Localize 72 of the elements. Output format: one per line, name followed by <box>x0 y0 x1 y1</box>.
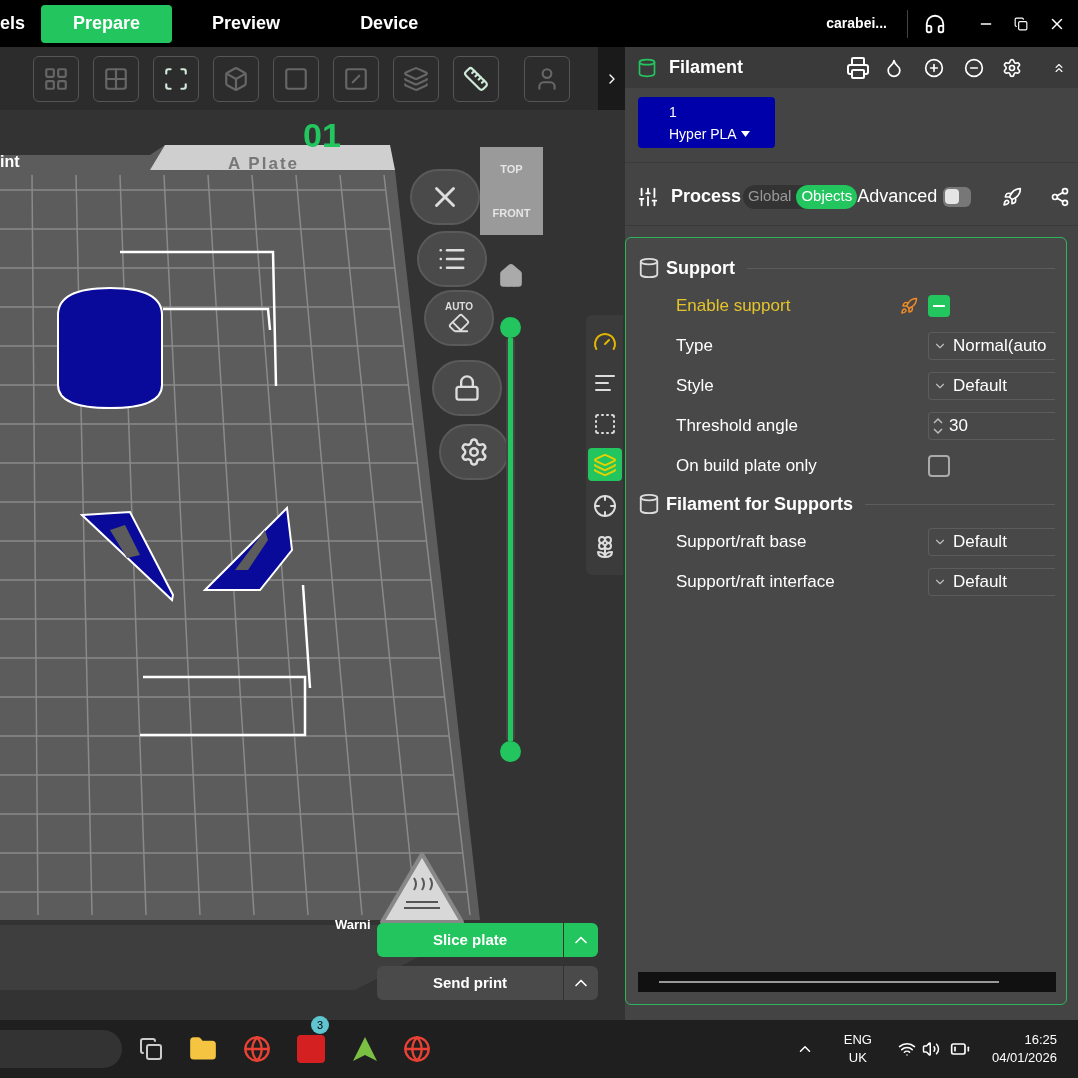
section-title: Filament for Supports <box>666 492 853 516</box>
setting-label: Enable support <box>676 295 792 318</box>
dropdown[interactable]: Default <box>928 568 1055 596</box>
language-code[interactable]: ENG <box>843 1031 872 1049</box>
folder-icon[interactable] <box>189 1035 217 1063</box>
checkbox[interactable] <box>928 455 950 477</box>
dropdown[interactable]: Default <box>928 528 1055 556</box>
caret-icon[interactable] <box>740 130 750 137</box>
filament-icon <box>637 57 657 78</box>
slider-thumb[interactable] <box>500 317 521 338</box>
number-field[interactable]: 30 <box>928 412 1055 440</box>
lock-icon <box>453 374 481 402</box>
top-tab[interactable]: Preview <box>172 4 321 43</box>
dropdown[interactable]: Normal(auto <box>928 332 1055 360</box>
section-icon <box>638 257 660 279</box>
warning-text: Warni <box>335 916 371 934</box>
plate-label: int <box>0 154 20 170</box>
setting-label: Style <box>676 375 715 398</box>
mode-toggle[interactable]: Global <box>743 184 797 209</box>
browser-icon[interactable] <box>243 1035 271 1063</box>
restore-icon[interactable] <box>1014 16 1028 31</box>
panel-title: Process <box>671 185 742 208</box>
close-button[interactable] <box>410 169 480 225</box>
slider-thumb[interactable] <box>500 741 521 762</box>
panel-title: Filament <box>669 56 743 79</box>
region-code[interactable]: UK <box>848 1049 867 1067</box>
layer-slider[interactable] <box>499 317 522 762</box>
lock-button[interactable] <box>432 360 502 416</box>
clock-time[interactable]: 16:25 <box>1024 1031 1057 1049</box>
section-icon <box>638 493 660 515</box>
advanced-label: Advanced <box>857 185 938 208</box>
section-title: Support <box>666 256 735 280</box>
remove-icon[interactable] <box>964 57 984 78</box>
tool-icon[interactable] <box>153 55 199 102</box>
settings-button[interactable] <box>439 424 509 480</box>
setting-label: Support/raft interface <box>676 571 836 594</box>
notification-badge: 3 <box>311 1016 329 1034</box>
share-icon[interactable] <box>1050 186 1070 207</box>
clock-date[interactable]: 04/01/2026 <box>991 1049 1057 1067</box>
rocket-icon[interactable] <box>1002 186 1022 207</box>
settings-icon <box>459 437 489 467</box>
filament-slot[interactable]: 1 Hyper PLA <box>638 97 775 148</box>
action-button[interactable]: Send print <box>377 966 563 1000</box>
setting-label: Support/raft base <box>676 531 808 554</box>
user-name[interactable]: carabei... <box>826 13 887 34</box>
checkbox[interactable] <box>928 295 950 317</box>
top-tab[interactable]: Device <box>320 4 459 43</box>
advanced-switch[interactable] <box>943 186 972 207</box>
auto-orient-button[interactable]: AUTO <box>424 290 494 346</box>
volume-icon[interactable] <box>921 1040 940 1058</box>
plate-name: A Plate <box>228 155 299 172</box>
support-icon[interactable] <box>924 12 946 35</box>
setting-label: Type <box>676 335 714 358</box>
dropdown[interactable]: Default <box>928 372 1055 400</box>
triangle-logo-icon[interactable] <box>351 1035 379 1063</box>
setting-label: Threshold angle <box>676 415 799 438</box>
setting-label: On build plate only <box>676 455 818 478</box>
task-view-icon[interactable] <box>139 1037 163 1061</box>
add-icon[interactable] <box>924 57 944 78</box>
settings-icon[interactable] <box>1002 57 1022 78</box>
home-icon[interactable] <box>498 263 524 289</box>
side-tool-icon[interactable] <box>587 448 622 481</box>
wifi-icon[interactable] <box>897 1040 916 1058</box>
top-tab[interactable]: els <box>0 4 42 43</box>
eraser-icon <box>448 312 470 334</box>
plate-number: 01 <box>303 115 341 156</box>
list-button[interactable] <box>417 231 487 287</box>
tool-icon[interactable] <box>453 55 499 102</box>
spin-arrows-icon[interactable] <box>933 416 943 436</box>
process-icon <box>637 185 659 208</box>
scroll-bar[interactable] <box>638 972 1056 992</box>
browser-icon[interactable] <box>403 1035 431 1063</box>
